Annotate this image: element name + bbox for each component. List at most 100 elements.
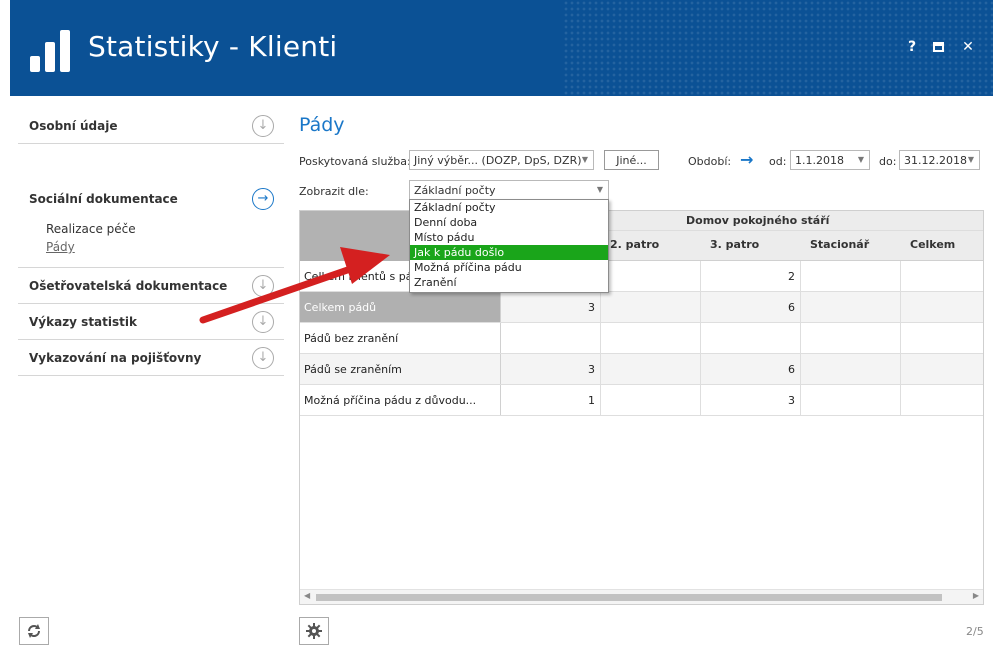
column-header[interactable]: 3. patro: [710, 238, 759, 251]
table-cell: 6: [701, 354, 801, 384]
column-header[interactable]: Stacionář: [810, 238, 869, 251]
table-cell: 3: [701, 385, 801, 415]
statistics-table: Domov pokojného stáří 2. patro 3. patro …: [299, 210, 984, 605]
horizontal-scrollbar[interactable]: ◀ ▶: [300, 589, 983, 604]
chevron-down-icon: ▼: [967, 155, 974, 164]
table-cell: [801, 292, 901, 322]
date-to-picker[interactable]: 31.12.2018 ▼: [899, 150, 980, 170]
service-label: Poskytovaná služba:: [299, 155, 411, 168]
sidebar-item-label: Ošetřovatelská dokumentace: [29, 279, 228, 293]
dropdown-option[interactable]: Místo pádu: [410, 230, 608, 245]
chevron-down-icon: ▼: [857, 155, 864, 164]
table-row[interactable]: Celkem klientů s pádem 2: [300, 261, 983, 292]
display-by-select[interactable]: Základní počty ▼: [409, 180, 609, 200]
arrow-right-icon: →: [740, 150, 754, 169]
dropdown-option[interactable]: Základní počty: [410, 200, 608, 215]
table-cell: 1: [501, 385, 601, 415]
settings-button[interactable]: [299, 617, 329, 645]
table-row[interactable]: Celkem pádů 3 6: [300, 292, 983, 323]
maximize-icon: [933, 42, 944, 52]
sidebar: Osobní údaje ↓ Sociální dokumentace → Re…: [18, 108, 284, 376]
table-cell: [901, 385, 983, 415]
column-header[interactable]: 2. patro: [610, 238, 659, 251]
window-controls: ? ✕: [905, 39, 975, 55]
table-cell: [601, 385, 701, 415]
table-cell: [601, 323, 701, 353]
bar-chart-logo-icon: [30, 30, 72, 72]
from-label: od:: [769, 155, 787, 168]
subitem-realizace-pece[interactable]: Realizace péče: [46, 222, 136, 236]
table-cell: 2: [701, 261, 801, 291]
arrow-down-circle-icon[interactable]: ↓: [252, 275, 274, 297]
sidebar-item-socialni-dokumentace[interactable]: Sociální dokumentace → Realizace péče Pá…: [18, 144, 284, 268]
scroll-left-icon[interactable]: ◀: [304, 591, 310, 600]
table-cell: [801, 323, 901, 353]
table-cell: [501, 323, 601, 353]
row-label: Pádů se zraněním: [300, 354, 501, 384]
gear-icon: [306, 623, 322, 639]
help-button[interactable]: ?: [905, 39, 919, 55]
chevron-down-icon: ▼: [596, 185, 603, 194]
service-select[interactable]: Jiný výběr... (DOZP, DpS, DZR) ▼: [409, 150, 594, 170]
date-from-picker[interactable]: 1.1.2018 ▼: [790, 150, 870, 170]
chevron-down-icon: ▼: [581, 155, 588, 164]
page-indicator: 2/5: [966, 625, 984, 638]
row-label: Celkem pádů: [300, 292, 501, 322]
dropdown-option-highlighted[interactable]: Jak k pádu došlo: [410, 245, 608, 260]
table-cell: [701, 323, 801, 353]
display-by-label: Zobrazit dle:: [299, 185, 369, 198]
table-cell: [901, 292, 983, 322]
arrow-down-circle-icon[interactable]: ↓: [252, 311, 274, 333]
date-from-value: 1.1.2018: [795, 154, 844, 167]
sidebar-item-label: Vykazování na pojišťovny: [29, 351, 202, 365]
table-cell: [601, 354, 701, 384]
table-cell: 3: [501, 292, 601, 322]
sidebar-item-osetrovatelska-dokumentace[interactable]: Ošetřovatelská dokumentace ↓: [18, 268, 284, 304]
display-by-value: Základní počty: [414, 184, 496, 197]
arrow-right-circle-icon[interactable]: →: [252, 188, 274, 210]
table-row[interactable]: Pádů bez zranění: [300, 323, 983, 354]
page-title: Pády: [299, 114, 345, 136]
scrollbar-thumb[interactable]: [316, 594, 942, 601]
table-cell: [601, 292, 701, 322]
table-cell: [901, 261, 983, 291]
dropdown-option[interactable]: Denní doba: [410, 215, 608, 230]
maximize-button[interactable]: [933, 42, 947, 52]
app-title: Statistiky - Klienti: [88, 30, 338, 63]
sidebar-item-label: Výkazy statistik: [29, 315, 137, 329]
subitem-pady[interactable]: Pády: [46, 240, 75, 254]
sidebar-item-label: Osobní údaje: [29, 119, 118, 133]
sidebar-item-vykazovani-na-pojistovny[interactable]: Vykazování na pojišťovny ↓: [18, 340, 284, 376]
group-header-label: Domov pokojného stáří: [686, 214, 830, 227]
dropdown-option[interactable]: Zranění: [410, 275, 608, 290]
refresh-icon: [28, 624, 40, 638]
sidebar-item-osobni-udaje[interactable]: Osobní údaje ↓: [18, 108, 284, 144]
other-service-button[interactable]: Jiné...: [604, 150, 659, 170]
period-label: Období:: [688, 155, 732, 168]
date-to-value: 31.12.2018: [904, 154, 967, 167]
table-cell: 3: [501, 354, 601, 384]
table-cell: 6: [701, 292, 801, 322]
refresh-button[interactable]: [19, 617, 49, 645]
dropdown-option[interactable]: Možná příčina pádu: [410, 260, 608, 275]
service-select-value: Jiný výběr... (DOZP, DpS, DZR): [414, 154, 582, 167]
table-cell: [901, 354, 983, 384]
table-cell: [801, 261, 901, 291]
table-cell: [801, 354, 901, 384]
sidebar-item-label: Sociální dokumentace: [29, 192, 178, 206]
row-label: Možná příčina pádu z důvodu...: [300, 385, 501, 415]
arrow-down-circle-icon[interactable]: ↓: [252, 115, 274, 137]
column-header[interactable]: Celkem: [910, 238, 955, 251]
arrow-down-circle-icon[interactable]: ↓: [252, 347, 274, 369]
table-cell: [801, 385, 901, 415]
close-button[interactable]: ✕: [961, 39, 975, 55]
sidebar-item-vykazy-statistik[interactable]: Výkazy statistik ↓: [18, 304, 284, 340]
app-header: Statistiky - Klienti ? ✕: [10, 0, 993, 96]
table-row[interactable]: Pádů se zraněním 3 6: [300, 354, 983, 385]
table-row[interactable]: Možná příčina pádu z důvodu... 1 3: [300, 385, 983, 416]
display-by-dropdown-list: Základní počty Denní doba Místo pádu Jak…: [409, 199, 609, 293]
scroll-right-icon[interactable]: ▶: [973, 591, 979, 600]
to-label: do:: [879, 155, 897, 168]
row-label: Pádů bez zranění: [300, 323, 501, 353]
table-cell: [601, 261, 701, 291]
